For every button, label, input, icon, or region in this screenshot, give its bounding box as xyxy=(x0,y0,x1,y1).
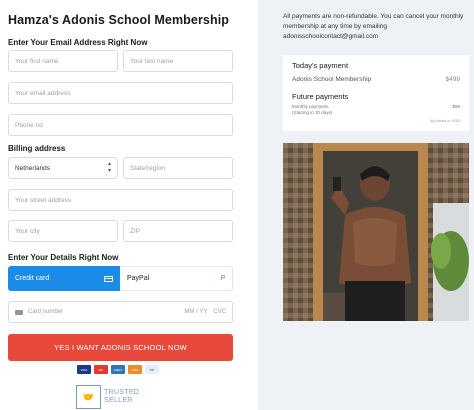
credit-card-tab[interactable]: Credit card xyxy=(8,266,120,291)
details-section-label: Enter Your Details Right Now xyxy=(8,253,119,262)
paypal-icon: P xyxy=(220,275,225,282)
phone-input[interactable]: Phone no xyxy=(8,114,233,136)
mastercard-icon: MC xyxy=(94,365,108,374)
payment-method-toggle: Credit card PayPal P xyxy=(8,266,233,291)
card-number-input[interactable]: Card number MM / YY CVC xyxy=(8,301,233,323)
country-select[interactable]: Netherlands ▴ ▾ xyxy=(8,157,118,179)
trusted-line-2: SELLER xyxy=(104,397,133,404)
email-input[interactable]: Your email address xyxy=(8,82,233,104)
paypal-tab[interactable]: PayPal P xyxy=(120,266,233,291)
paypal-label: PayPal xyxy=(127,275,150,282)
handshake-icon: 🤝 xyxy=(76,385,101,409)
today-payment-label: Today's payment xyxy=(292,61,349,70)
order-summary: Today's payment Adonis School Membership… xyxy=(283,55,469,131)
state-input[interactable]: State/region xyxy=(123,157,233,179)
paypal-logo-icon: PP xyxy=(145,365,159,374)
discover-icon: DISC xyxy=(128,365,142,374)
country-value: Netherlands xyxy=(15,164,51,172)
monthly-price: $99 xyxy=(452,104,460,109)
last-name-input[interactable]: Your last name xyxy=(123,50,233,72)
currency-note: All prices in USD xyxy=(429,118,460,123)
billing-section-label: Billing address xyxy=(8,144,66,153)
checkout-form: Hamza's Adonis School Membership Enter Y… xyxy=(0,0,258,410)
monthly-start-note: (Starting in 30 days) xyxy=(292,110,333,115)
street-input[interactable]: Your street address xyxy=(8,189,233,211)
card-cvc-placeholder[interactable]: CVC xyxy=(213,309,226,315)
payment-logos: VISA MC AMEX DISC PP xyxy=(77,365,159,374)
trusted-seller-badge: 🤝 TRUSTED SELLER xyxy=(76,385,139,409)
card-expiry-placeholder[interactable]: MM / YY xyxy=(184,309,207,315)
credit-card-icon xyxy=(104,275,113,282)
zip-input[interactable]: ZIP xyxy=(123,220,233,242)
refund-notice: All payments are non-refundable. You can… xyxy=(283,13,464,40)
card-icon xyxy=(15,309,23,315)
mirror-selfie-photo xyxy=(283,143,469,321)
visa-icon: VISA xyxy=(77,365,91,374)
membership-price: $499 xyxy=(445,76,460,83)
amex-icon: AMEX xyxy=(111,365,125,374)
membership-item: Adonis School Membership xyxy=(292,76,372,83)
card-number-placeholder: Card number xyxy=(28,309,64,315)
city-input[interactable]: Your city xyxy=(8,220,118,242)
credit-card-label: Credit card xyxy=(15,275,50,282)
submit-button[interactable]: YES I WANT ADONIS SCHOOL NOW xyxy=(8,334,233,361)
page-title: Hamza's Adonis School Membership xyxy=(8,13,230,27)
first-name-input[interactable]: Your first name xyxy=(8,50,118,72)
future-payments-label: Future payments xyxy=(292,92,349,101)
trusted-line-1: TRUSTED xyxy=(104,389,140,396)
email-section-label: Enter Your Email Address Right Now xyxy=(8,38,148,47)
photo-illustration xyxy=(283,143,469,321)
select-arrows-icon: ▴ ▾ xyxy=(107,161,111,174)
